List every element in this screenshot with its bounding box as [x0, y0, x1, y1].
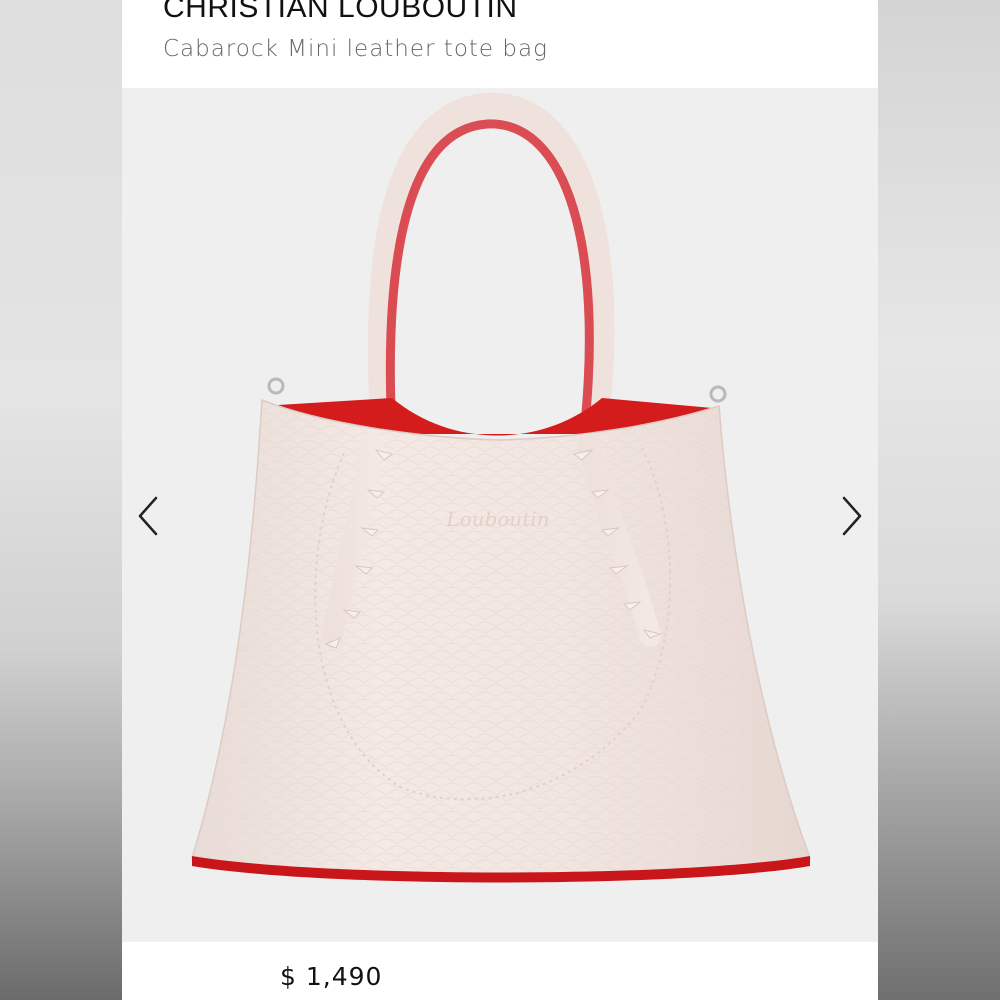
brand-name[interactable]: CHRISTIAN LOUBOUTIN: [163, 0, 518, 25]
product-title: Cabarock Mini leather tote bag: [163, 36, 548, 62]
chevron-right-icon: [842, 496, 862, 536]
right-backdrop: [878, 0, 1000, 1000]
product-photo-icon: Louboutin: [191, 92, 812, 883]
product-image-carousel[interactable]: Louboutin: [122, 88, 878, 942]
next-image-button[interactable]: [832, 494, 872, 538]
chevron-left-icon: [138, 496, 158, 536]
left-backdrop: [0, 0, 122, 1000]
previous-image-button[interactable]: [128, 494, 168, 538]
product-price: $ 1,490: [280, 962, 383, 991]
price-section: $ 1,490: [122, 942, 878, 1000]
svg-text:Louboutin: Louboutin: [445, 507, 549, 531]
product-header: CHRISTIAN LOUBOUTIN Cabarock Mini leathe…: [122, 0, 878, 88]
product-card: CHRISTIAN LOUBOUTIN Cabarock Mini leathe…: [122, 0, 878, 1000]
